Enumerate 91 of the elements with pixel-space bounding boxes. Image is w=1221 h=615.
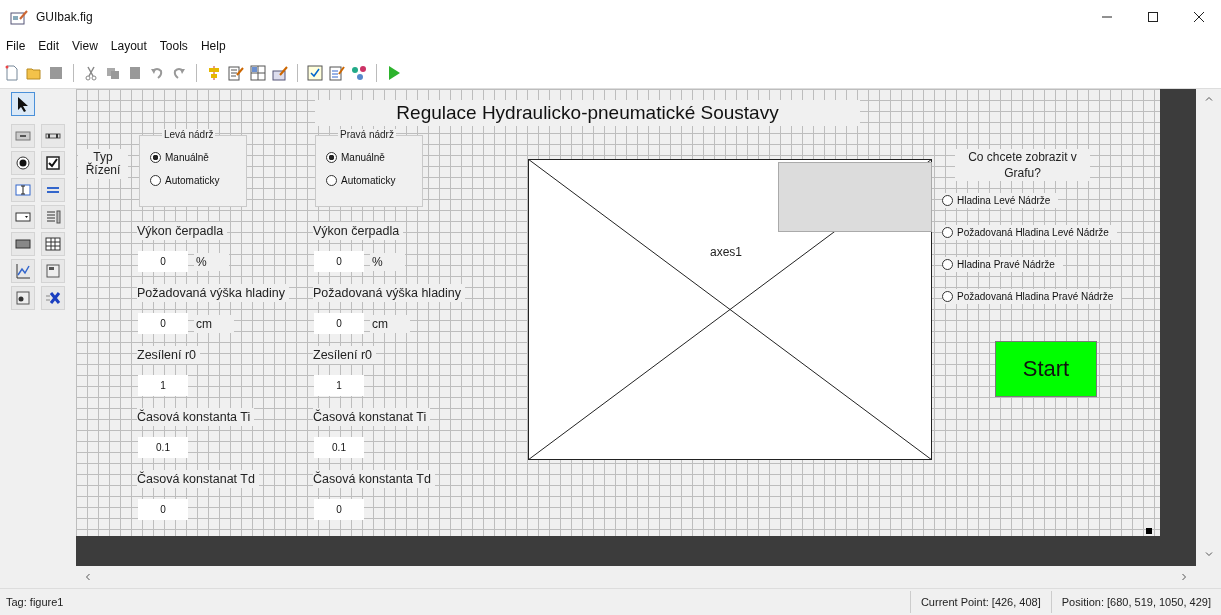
input-field[interactable]: 1	[314, 375, 364, 396]
static-text: Požadovaná výška hladiny	[313, 284, 465, 302]
radio-circle[interactable]	[942, 291, 953, 302]
scroll-left-icon[interactable]	[84, 573, 92, 581]
paste-icon[interactable]	[127, 65, 143, 81]
static-text: Zesílení r0	[313, 346, 377, 364]
checkbox-icon	[45, 155, 61, 171]
input-field[interactable]: 0	[314, 313, 364, 334]
group-icon	[15, 290, 31, 306]
x-icon	[45, 290, 61, 306]
axes-label: axes1	[710, 245, 743, 259]
radio-button[interactable]: Automaticky	[150, 175, 246, 186]
chart-icon	[15, 263, 31, 279]
static-text: Výkon čerpadla	[137, 222, 228, 240]
scissors-icon[interactable]	[83, 65, 99, 81]
scroll-up-icon[interactable]	[1204, 95, 1213, 103]
static-text: Časová konstanta Td	[313, 470, 435, 488]
radio-button[interactable]: Hladina Levé Nádrže	[942, 193, 1059, 208]
menu-item[interactable]: Layout	[110, 39, 147, 53]
document-pencil-icon[interactable]	[228, 65, 244, 81]
panel-title: Pravá nádrž	[338, 129, 396, 140]
radio-circle[interactable]	[326, 175, 337, 186]
input-field[interactable]: 0.1	[314, 437, 364, 458]
play-icon[interactable]	[386, 65, 402, 81]
input-field[interactable]: 0	[138, 313, 188, 334]
menu-item[interactable]: File	[6, 39, 26, 53]
panel-icon	[45, 263, 61, 279]
redo-icon[interactable]	[171, 65, 187, 81]
radio-button[interactable]: Požadovaná Hladina Pravé Nádrže	[942, 289, 1122, 304]
button-icon	[15, 128, 31, 144]
chart-pencil-icon[interactable]	[272, 65, 288, 81]
input-field[interactable]: 1	[138, 375, 188, 396]
scroll-down-icon[interactable]	[1204, 550, 1213, 558]
new-file-icon[interactable]	[4, 65, 20, 81]
static-text: Co chcete zobrazit v Grafu?	[955, 149, 1090, 181]
close-icon[interactable]	[1193, 11, 1205, 23]
input-field[interactable]: 0	[138, 251, 188, 272]
unit-label: cm	[194, 314, 234, 333]
static-text: Zesílení r0	[137, 346, 201, 364]
toggle-icon	[15, 236, 31, 252]
static-text: Časová konstanat Td	[137, 470, 259, 488]
folder-icon[interactable]	[26, 65, 42, 81]
status-text: Tag: figure1	[6, 596, 64, 608]
edit-field-icon	[15, 182, 31, 198]
undo-icon[interactable]	[149, 65, 165, 81]
list-icon	[45, 209, 61, 225]
unit-label: %	[370, 252, 405, 271]
radio-button[interactable]: Manuálně	[150, 152, 246, 163]
radio-button[interactable]: Manuálně	[326, 152, 422, 163]
menu-item[interactable]: View	[72, 39, 98, 53]
radio-circle[interactable]	[942, 259, 953, 270]
gui-title: Regulace Hydraulicko-pneumatické Soustavy	[315, 100, 860, 126]
panel-title: Levá nádrž	[162, 129, 216, 140]
start-button[interactable]: Start	[995, 341, 1097, 397]
table-icon	[45, 236, 61, 252]
copy-icon[interactable]	[105, 65, 121, 81]
palette-tool-button[interactable]	[11, 92, 35, 116]
static-text: Časová konstanat Ti	[313, 408, 431, 426]
static-text: Požadovaná výška hladiny	[137, 284, 289, 302]
static-text: Typ Řízení	[78, 149, 128, 179]
radio-circle[interactable]	[942, 227, 953, 238]
radio-circle[interactable]	[326, 152, 337, 163]
static-text: Výkon čerpadla	[313, 222, 404, 240]
list-pencil-icon[interactable]	[329, 65, 345, 81]
input-field[interactable]: 0	[314, 499, 364, 520]
unit-label: %	[194, 252, 229, 271]
input-field[interactable]: 0	[314, 251, 364, 272]
align-icon[interactable]	[206, 65, 222, 81]
radio-button[interactable]: Požadovaná Hladina Levé Nádrže	[942, 225, 1117, 240]
static-text: Časová konstanta Ti	[137, 408, 255, 426]
radio-circle[interactable]	[942, 195, 953, 206]
app-icon	[10, 9, 28, 25]
input-field[interactable]: 0.1	[138, 437, 188, 458]
maximize-icon[interactable]	[1147, 11, 1159, 23]
status-text: Position: [680, 519, 1050, 429]	[1050, 591, 1221, 613]
dropdown-icon	[15, 209, 31, 225]
scroll-right-icon[interactable]	[1180, 573, 1188, 581]
radio-button[interactable]: Hladina Pravé Nádrže	[942, 257, 1063, 272]
input-field[interactable]: 0	[138, 499, 188, 520]
unit-label: cm	[370, 314, 410, 333]
radio-icon	[15, 155, 31, 171]
menu-item[interactable]: Help	[200, 39, 226, 53]
menu-item[interactable]: Tools	[159, 39, 188, 53]
radio-button[interactable]: Automaticky	[326, 175, 422, 186]
menu-item[interactable]: Edit	[38, 39, 60, 53]
window-title: GUIbak.fig	[36, 10, 93, 24]
radio-circle[interactable]	[150, 152, 161, 163]
save-icon[interactable]	[48, 65, 64, 81]
radio-circle[interactable]	[150, 175, 161, 186]
resize-handle[interactable]	[1146, 528, 1152, 534]
status-text: Current Point: [426, 408]	[909, 591, 1051, 613]
